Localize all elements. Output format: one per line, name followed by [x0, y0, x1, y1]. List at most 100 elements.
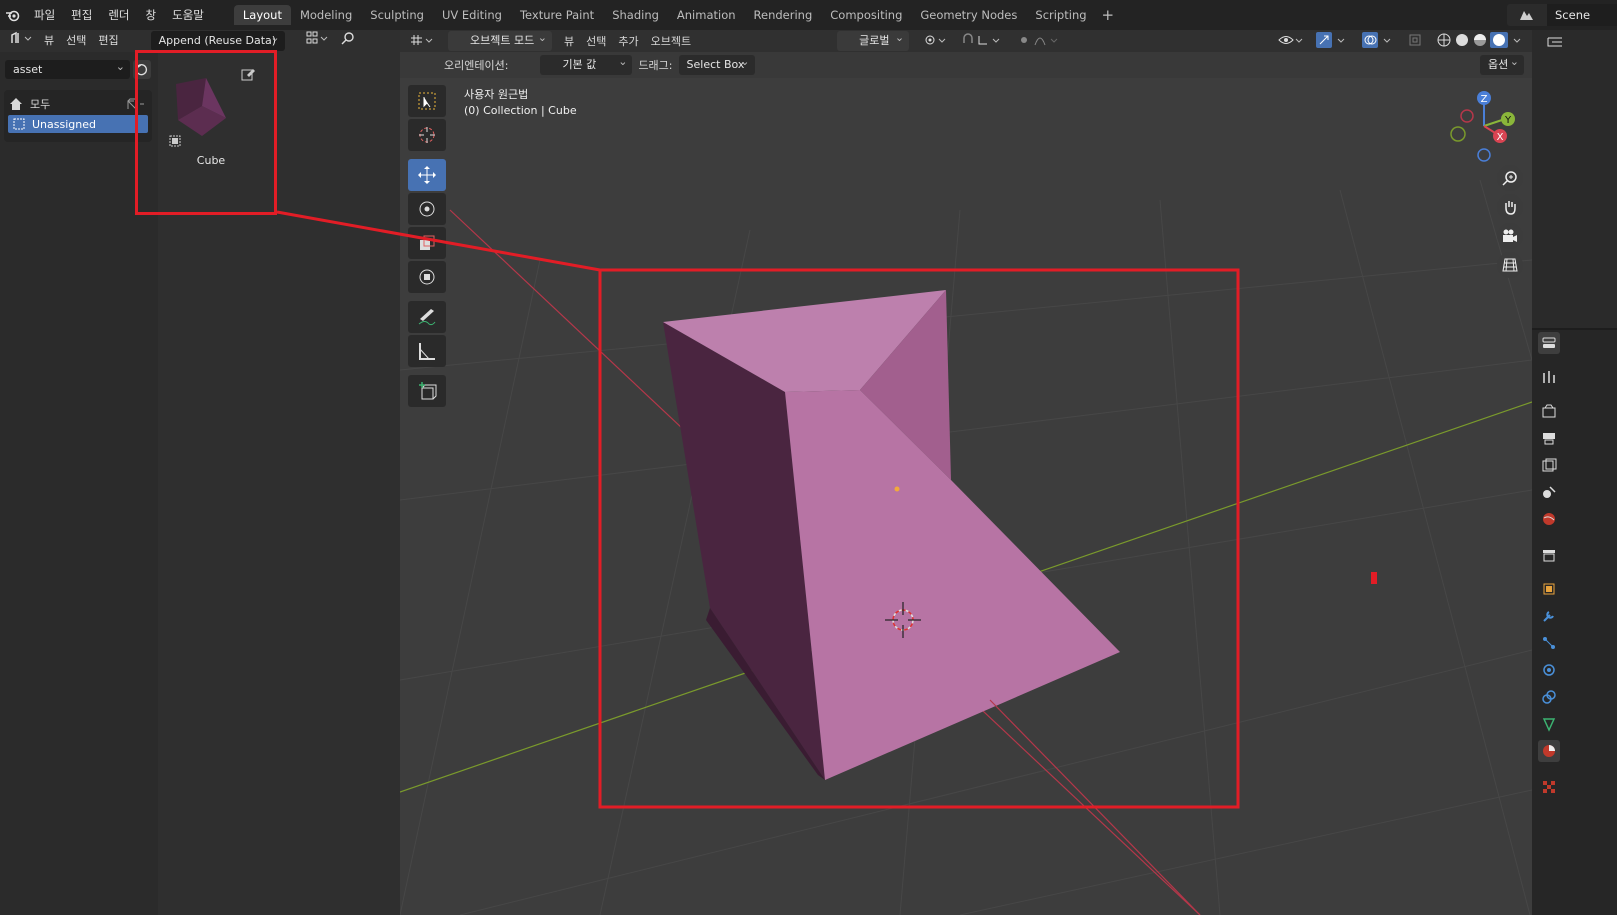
overlay-toggle-button[interactable] — [1356, 31, 1402, 51]
data-properties-tab[interactable] — [1538, 713, 1560, 735]
import-mode-dropdown[interactable]: Append (Reuse Data) — [150, 28, 285, 51]
catalog-icon — [13, 118, 25, 130]
grid-display-icon — [306, 31, 327, 44]
shading-mode-buttons[interactable] — [1430, 31, 1532, 51]
outliner-editor-button[interactable] — [1544, 32, 1566, 54]
tab-compositing[interactable]: Compositing — [821, 5, 911, 25]
data-icon — [1542, 718, 1556, 732]
texture-properties-tab[interactable] — [1538, 776, 1560, 798]
menu-view[interactable]: 뷰 — [558, 33, 580, 49]
rotate-tool[interactable] — [408, 193, 446, 225]
output-properties-tab[interactable] — [1538, 427, 1560, 449]
catalog-unassigned-label: Unassigned — [32, 117, 96, 131]
cursor-tool[interactable] — [408, 119, 446, 151]
physics-icon — [1543, 664, 1555, 676]
scale-icon — [420, 235, 435, 250]
menu-help[interactable]: 도움말 — [164, 0, 212, 30]
eye-icon — [1278, 35, 1303, 44]
measure-tool[interactable] — [408, 335, 446, 367]
pan-button[interactable] — [1497, 194, 1523, 220]
pivot-point-button[interactable] — [917, 33, 955, 50]
scene-icon — [1543, 486, 1556, 498]
top-menu-bar: 파일 편집 렌더 창 도움말 Layout Modeling Sculpting… — [0, 0, 1617, 30]
zoom-icon — [1502, 171, 1517, 186]
menu-object[interactable]: 오브젝트 — [645, 33, 697, 49]
tab-scripting[interactable]: Scripting — [1026, 5, 1095, 25]
3d-viewport[interactable]: 오브젝트 모드 뷰 선택 추가 오브젝트 글로벌 — [400, 30, 1532, 915]
transform-tool[interactable] — [408, 261, 446, 293]
options-dropdown[interactable]: 옵션 — [1480, 52, 1524, 75]
material-properties-tab[interactable] — [1538, 740, 1560, 762]
scene-name-field[interactable]: Scene — [1547, 4, 1617, 26]
object-origin-dot — [894, 486, 900, 492]
annotate-icon — [418, 309, 436, 326]
transform-orientation-dropdown[interactable]: 글로벌 — [837, 30, 910, 51]
tab-texture-paint[interactable]: Texture Paint — [511, 5, 603, 25]
menu-edit[interactable]: 편집 — [63, 0, 100, 30]
editor-type-button[interactable] — [400, 33, 442, 50]
tab-rendering[interactable]: Rendering — [745, 5, 822, 25]
grid-view-icon — [1502, 258, 1518, 272]
menu-file[interactable]: 파일 — [26, 0, 63, 30]
menu-select[interactable]: 선택 — [60, 31, 92, 51]
tool-properties-tab[interactable] — [1538, 366, 1560, 388]
mode-dropdown[interactable]: 오브젝트 모드 — [448, 30, 552, 51]
asset-browser-header: 뷰 선택 편집 Append (Reuse Data) — [0, 28, 400, 52]
editor-type-button[interactable] — [4, 31, 38, 51]
scale-tool[interactable] — [408, 227, 446, 259]
view-layer-properties-tab[interactable] — [1538, 454, 1560, 476]
orientation-dropdown[interactable]: 기본 값 — [540, 52, 633, 75]
navigation-gizmo[interactable]: Z Y X — [1442, 86, 1522, 166]
snap-button[interactable] — [955, 32, 1011, 50]
properties-editor-button[interactable] — [1538, 332, 1560, 354]
display-mode-button[interactable] — [299, 31, 335, 51]
tab-modeling[interactable]: Modeling — [291, 5, 361, 25]
add-workspace-button[interactable]: + — [1096, 6, 1121, 24]
menu-select[interactable]: 선택 — [580, 33, 612, 49]
visibility-button[interactable] — [1272, 33, 1310, 50]
modifier-properties-tab[interactable] — [1538, 605, 1560, 627]
tab-sculpting[interactable]: Sculpting — [361, 5, 433, 25]
search-icon — [341, 32, 354, 45]
filter-search-button[interactable] — [335, 31, 361, 51]
asset-library-dropdown[interactable]: asset — [5, 57, 130, 79]
proportional-edit-button[interactable] — [1011, 33, 1067, 50]
add-cube-tool[interactable] — [408, 375, 446, 407]
menu-add[interactable]: 추가 — [612, 33, 644, 49]
xray-toggle-button[interactable] — [1402, 33, 1430, 50]
ortho-toggle-button[interactable] — [1497, 252, 1523, 278]
tab-uv-editing[interactable]: UV Editing — [433, 5, 511, 25]
menu-edit[interactable]: 편집 — [92, 31, 124, 51]
scene-properties-tab[interactable] — [1538, 481, 1560, 503]
catalog-unassigned[interactable]: Unassigned — [8, 115, 148, 133]
object-properties-tab[interactable] — [1538, 578, 1560, 600]
annotate-tool[interactable] — [408, 301, 446, 333]
pivot-icon — [925, 35, 946, 44]
scene-icon — [1520, 11, 1533, 20]
asset-browser-icon — [11, 31, 32, 43]
scene-browse-button[interactable] — [1507, 4, 1547, 26]
camera-view-button[interactable] — [1497, 223, 1523, 249]
zoom-button[interactable] — [1497, 165, 1523, 191]
particles-properties-tab[interactable] — [1538, 632, 1560, 654]
drag-dropdown[interactable]: Select Box — [678, 52, 755, 75]
render-properties-tab[interactable] — [1538, 400, 1560, 422]
gizmo-toggle-button[interactable] — [1310, 31, 1356, 51]
world-properties-tab[interactable] — [1538, 508, 1560, 530]
tab-animation[interactable]: Animation — [668, 5, 745, 25]
tab-layout[interactable]: Layout — [233, 5, 291, 25]
blender-logo-icon[interactable] — [0, 0, 26, 30]
menu-render[interactable]: 렌더 — [100, 0, 137, 30]
tab-geometry-nodes[interactable]: Geometry Nodes — [911, 5, 1026, 25]
constraints-properties-tab[interactable] — [1538, 686, 1560, 708]
tab-shading[interactable]: Shading — [603, 5, 668, 25]
select-box-tool[interactable] — [408, 85, 446, 117]
move-tool[interactable] — [408, 159, 446, 191]
physics-properties-tab[interactable] — [1538, 659, 1560, 681]
collection-properties-tab[interactable] — [1538, 544, 1560, 566]
menu-window[interactable]: 창 — [138, 0, 165, 30]
asset-highlight-box — [135, 50, 277, 215]
menu-view[interactable]: 뷰 — [38, 31, 60, 51]
particles-icon — [1543, 637, 1555, 649]
catalog-all[interactable]: 모두 — [8, 95, 148, 113]
